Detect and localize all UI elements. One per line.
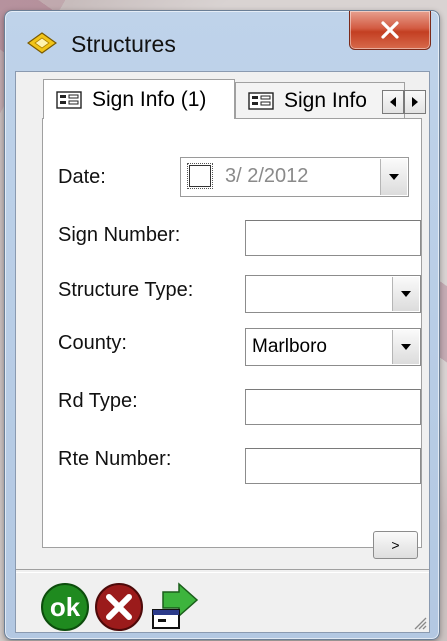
diamond-map-icon xyxy=(27,32,57,54)
rd-type-label: Rd Type: xyxy=(58,390,138,412)
county-dropdown-button[interactable] xyxy=(392,330,419,364)
resize-grip-icon[interactable] xyxy=(411,614,427,630)
county-select[interactable]: Marlboro xyxy=(245,328,421,366)
form-grid-icon xyxy=(248,91,274,110)
structures-window: Structures Sign Info (1) Sign Info Date:… xyxy=(4,10,440,640)
date-value: 3/ 2/2012 xyxy=(225,165,309,187)
tab-scroll-left-button[interactable] xyxy=(382,90,404,114)
tab-sign-info-1[interactable]: Sign Info (1) xyxy=(43,79,235,119)
structure-type-label: Structure Type: xyxy=(58,279,194,301)
chevron-down-icon xyxy=(389,174,399,180)
title-bar[interactable]: Structures xyxy=(5,11,439,69)
tab-sign-info-2[interactable]: Sign Info xyxy=(235,82,405,118)
county-label: County: xyxy=(58,332,127,354)
structure-type-dropdown-button[interactable] xyxy=(392,277,419,311)
export-button[interactable] xyxy=(149,582,201,632)
green-arrow-export-icon xyxy=(152,582,199,629)
sign-number-input[interactable] xyxy=(245,220,421,256)
date-picker[interactable]: 3/ 2/2012 xyxy=(180,157,409,197)
date-label: Date: xyxy=(58,166,106,188)
window-title: Structures xyxy=(71,31,176,57)
window-client-area: Sign Info (1) Sign Info Date: 3/ 2/2012 … xyxy=(15,71,430,633)
ok-button[interactable]: ok xyxy=(40,582,90,632)
chevron-down-icon xyxy=(401,291,411,297)
date-checkbox[interactable] xyxy=(187,163,213,189)
sign-number-label: Sign Number: xyxy=(58,224,181,246)
close-button[interactable] xyxy=(349,11,431,50)
next-button[interactable]: > xyxy=(373,531,418,559)
tab-label: Sign Info xyxy=(284,88,367,112)
rd-type-input[interactable] xyxy=(245,389,421,425)
form-grid-icon xyxy=(56,90,82,109)
tab-strip: Sign Info (1) Sign Info xyxy=(16,72,429,119)
arrow-left-icon xyxy=(390,97,396,107)
cancel-button[interactable] xyxy=(94,582,144,632)
date-dropdown-button[interactable] xyxy=(380,159,407,195)
ok-label: ok xyxy=(50,592,81,622)
tab-scroll-right-button[interactable] xyxy=(404,90,426,114)
structure-type-select[interactable] xyxy=(245,275,421,313)
county-value: Marlboro xyxy=(252,336,327,357)
footer-divider xyxy=(16,569,429,573)
rte-number-input[interactable] xyxy=(245,448,421,484)
arrow-right-icon xyxy=(412,97,418,107)
tab-label: Sign Info (1) xyxy=(92,87,207,111)
chevron-down-icon xyxy=(401,344,411,350)
close-x-icon xyxy=(381,21,399,39)
rte-number-label: Rte Number: xyxy=(58,448,172,470)
